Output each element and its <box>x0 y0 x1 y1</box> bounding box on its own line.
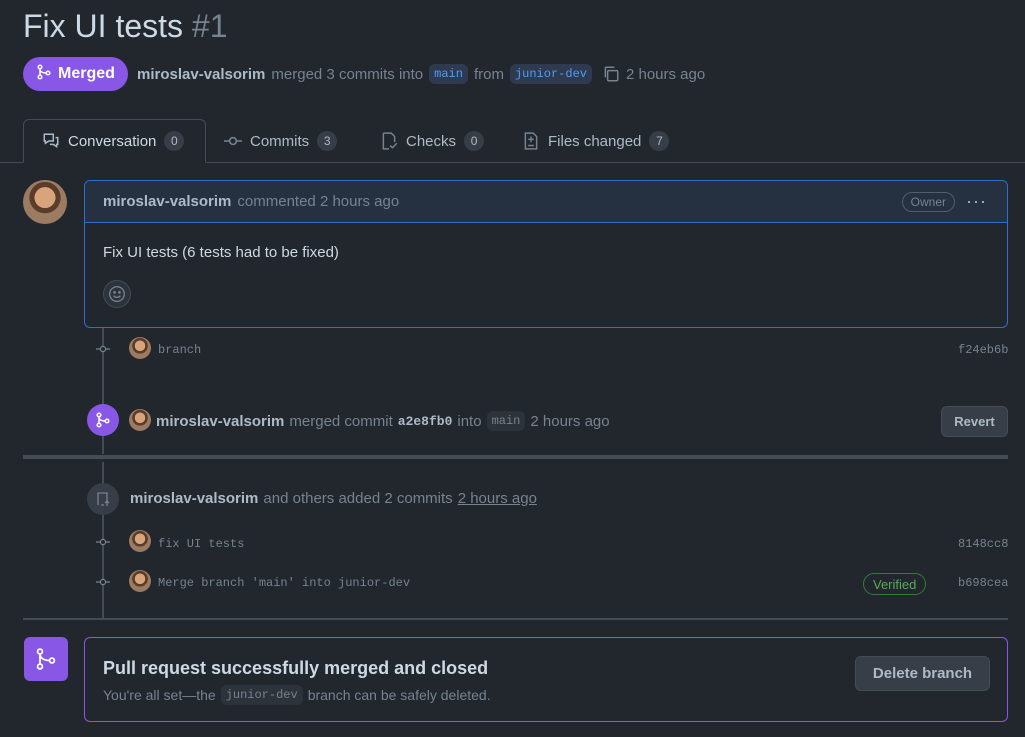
git-merge-icon <box>87 404 119 436</box>
file-diff-icon <box>522 132 540 150</box>
merged-text: merged 3 commits into <box>271 65 424 83</box>
head-branch[interactable]: junior-dev <box>509 64 592 84</box>
branch-tag[interactable]: junior-dev <box>220 685 303 705</box>
owner-badge: Owner <box>901 192 955 212</box>
verified-badge[interactable]: Verified <box>863 573 927 595</box>
status-label: Merged <box>58 65 115 82</box>
git-commit-icon <box>224 132 242 150</box>
tab-label: Checks <box>406 132 457 150</box>
tab-label: Commits <box>250 132 310 150</box>
git-commit-icon <box>96 342 110 356</box>
from-text: from <box>473 65 504 83</box>
event-text: merged commit <box>289 412 393 430</box>
comment-action: commented 2 hours ago <box>237 193 400 210</box>
status-badge: Merged <box>23 57 128 91</box>
merged-sub-text: branch can be safely deleted. <box>307 687 491 703</box>
tab-conversation[interactable]: Conversation 0 <box>23 119 206 163</box>
pr-title: Fix UI tests <box>23 8 184 44</box>
commit-message[interactable]: fix UI tests <box>158 537 244 551</box>
event-text: and others added 2 commits <box>263 490 453 507</box>
delete-branch-button[interactable]: Delete branch <box>855 656 990 691</box>
timeline-divider <box>23 618 1008 620</box>
smiley-icon <box>108 285 126 303</box>
commit-sha[interactable]: 8148cc8 <box>958 537 1008 551</box>
avatar[interactable] <box>129 570 151 592</box>
pr-time: 2 hours ago <box>625 65 706 83</box>
tab-label: Conversation <box>68 132 157 150</box>
comment-header: miroslav-valsorim commented 2 hours ago <box>85 181 1007 223</box>
kebab-menu-icon[interactable]: ··· <box>966 191 987 212</box>
merged-status-box: Pull request successfully merged and clo… <box>84 637 1008 722</box>
git-commit-icon <box>96 575 110 589</box>
commit-sha[interactable]: f24eb6b <box>958 343 1008 357</box>
avatar[interactable] <box>129 337 151 359</box>
avatar[interactable] <box>129 530 151 552</box>
pr-number: #1 <box>191 8 228 44</box>
checklist-icon <box>380 132 398 150</box>
merge-commit-sha[interactable]: a2e8fb0 <box>398 414 453 429</box>
tab-counter: 0 <box>164 131 185 151</box>
tab-counter: 3 <box>317 131 338 151</box>
comment-author[interactable]: miroslav-valsorim <box>103 193 231 210</box>
tab-checks[interactable]: Checks 0 <box>362 119 502 163</box>
merged-sub-text: You're all set—the <box>103 687 216 703</box>
tab-files-changed[interactable]: Files changed 7 <box>504 119 687 163</box>
pr-meta: miroslav-valsorim merged 3 commits into … <box>137 64 705 84</box>
git-commit-icon <box>96 535 110 549</box>
tab-counter: 7 <box>649 131 670 151</box>
event-time: 2 hours ago <box>530 412 610 430</box>
tab-label: Files changed <box>548 132 642 150</box>
avatar[interactable] <box>23 180 67 224</box>
push-event: miroslav-valsorim and others added 2 com… <box>130 490 537 507</box>
repo-push-icon <box>87 483 119 515</box>
merged-subtitle: You're all set—the junior-dev branch can… <box>103 685 491 705</box>
commit-message[interactable]: branch <box>158 343 201 357</box>
git-merge-icon <box>24 637 68 681</box>
event-author[interactable]: miroslav-valsorim <box>130 490 258 507</box>
tab-commits[interactable]: Commits 3 <box>206 119 355 163</box>
copy-icon[interactable] <box>602 65 620 83</box>
comment-discussion-icon <box>42 132 60 150</box>
revert-button[interactable]: Revert <box>941 406 1008 437</box>
tab-counter: 0 <box>464 131 485 151</box>
commit-sha[interactable]: b698cea <box>958 576 1008 590</box>
avatar[interactable] <box>129 409 151 431</box>
base-branch[interactable]: main <box>429 64 468 84</box>
comment-box: miroslav-valsorim commented 2 hours ago … <box>84 180 1008 328</box>
merge-event: miroslav-valsorim merged commit a2e8fb0 … <box>156 411 610 431</box>
merged-title: Pull request successfully merged and clo… <box>103 658 489 678</box>
event-text: into <box>457 412 482 430</box>
git-merge-icon <box>36 63 52 85</box>
author-link[interactable]: miroslav-valsorim <box>137 66 265 83</box>
commit-message[interactable]: Merge branch 'main' into junior-dev <box>158 576 410 590</box>
branch-tag[interactable]: main <box>486 411 526 431</box>
timeline-divider <box>23 455 1008 459</box>
event-author[interactable]: miroslav-valsorim <box>156 413 284 430</box>
page-title: Fix UI tests #1 <box>23 8 228 45</box>
add-reaction-button[interactable] <box>103 280 131 308</box>
comment-body: Fix UI tests (6 tests had to be fixed) <box>103 244 339 261</box>
event-time-link[interactable]: 2 hours ago <box>458 490 537 507</box>
